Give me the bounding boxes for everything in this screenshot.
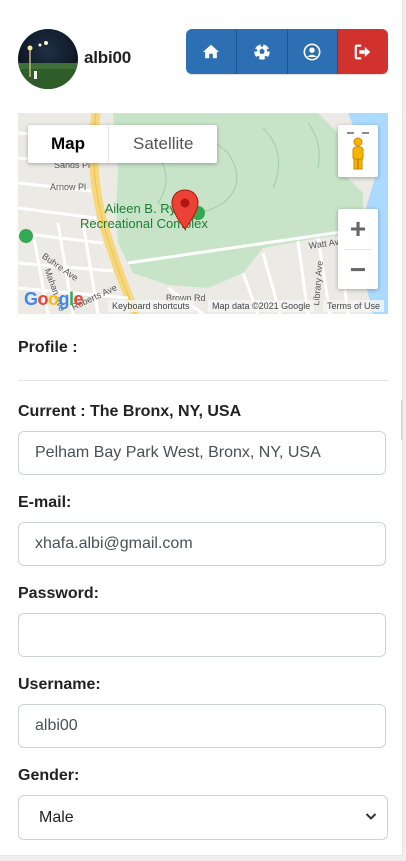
profile-card: albi00 Sands Pl Arnow Pl Buhre Ave Mahan… (0, 0, 403, 856)
username-label: albi00 (84, 48, 131, 67)
street-label: Arnow Pl (50, 182, 87, 192)
profile-heading: Profile : (18, 339, 78, 356)
soccer-button[interactable] (236, 29, 288, 74)
pegman-icon (347, 132, 369, 170)
gender-label: Gender: (18, 767, 80, 784)
soccer-ball-icon (253, 43, 270, 60)
map-type-control: Map Satellite (28, 125, 218, 163)
user-circle-icon (303, 43, 321, 60)
location-map[interactable]: Sands Pl Arnow Pl Buhre Ave Mahan Ave Ro… (18, 113, 388, 314)
username-field-label: Username: (18, 676, 101, 693)
zoom-in-button[interactable]: + (338, 209, 378, 249)
username-field[interactable] (18, 704, 386, 748)
current-location-input[interactable] (18, 431, 386, 475)
password-label: Password: (18, 585, 99, 602)
home-icon (202, 44, 219, 58)
profile-button[interactable] (287, 29, 339, 74)
google-logo[interactable]: Google (24, 289, 84, 310)
gender-selected-value: Male (39, 808, 74, 826)
zoom-control: + − (338, 209, 378, 289)
nav-button-group (186, 29, 388, 74)
divider (18, 380, 388, 381)
avatar[interactable] (18, 29, 78, 89)
gender-select[interactable]: Male (18, 795, 388, 840)
street-view-pegman[interactable] (338, 125, 378, 177)
current-location-label: Current : The Bronx, NY, USA (18, 403, 242, 420)
home-button[interactable] (186, 29, 237, 74)
password-field[interactable] (18, 613, 386, 657)
avatar-photo (18, 41, 78, 89)
email-field[interactable] (18, 522, 386, 566)
scrollbar[interactable] (401, 400, 403, 440)
sign-out-icon (354, 44, 371, 59)
logout-button[interactable] (338, 29, 388, 74)
map-marker-icon[interactable] (171, 189, 199, 231)
email-label: E-mail: (18, 494, 72, 511)
keyboard-shortcuts-link[interactable]: Keyboard shortcuts (108, 300, 194, 312)
chevron-down-icon (365, 813, 377, 820)
tab-satellite[interactable]: Satellite (109, 125, 217, 163)
map-data-attribution: Map data ©2021 Google (208, 300, 315, 312)
tab-map[interactable]: Map (28, 125, 109, 163)
zoom-out-button[interactable]: − (338, 250, 378, 290)
terms-of-use-link[interactable]: Terms of Use (323, 300, 385, 312)
